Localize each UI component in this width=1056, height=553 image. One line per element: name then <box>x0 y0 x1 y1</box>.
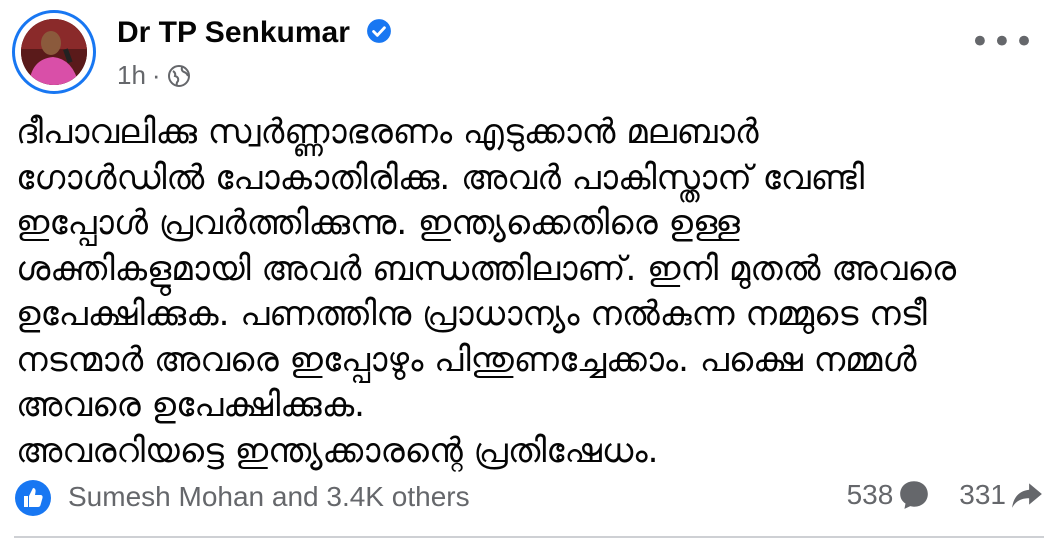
reactions-summary[interactable]: Sumesh Mohan and 3.4K others <box>68 481 470 513</box>
shares-count-text: 331 <box>959 479 1006 510</box>
shares-count[interactable]: 331 <box>959 478 1044 512</box>
author-name[interactable]: Dr TP Senkumar <box>117 16 392 50</box>
post-line: അവരറിയട്ടെ ഇന്ത്യക്കാരന്റെ പ്രതിഷേധം. <box>16 430 659 471</box>
globe-icon[interactable] <box>167 64 191 88</box>
post-footer: Sumesh Mohan and 3.4K others 538 331 <box>14 475 1044 521</box>
comments-count[interactable]: 538 <box>847 478 932 512</box>
post-timestamp[interactable]: 1h <box>117 60 146 91</box>
engagement-counts: 538 331 <box>847 478 1044 512</box>
profile-photo-image <box>21 19 87 85</box>
comment-icon <box>900 481 929 509</box>
post-line: ഗോൾഡിൽ പോകാതിരിക്കു. അവർ പാകിസ്താന് വേണ്… <box>16 157 865 198</box>
post-body: ദീപാവലിക്കു സ്വർണ്ണാഭരണം എടുക്കാൻ മലബാർ … <box>16 110 1046 474</box>
profile-photo <box>21 19 87 85</box>
comments-count-text: 538 <box>846 479 894 510</box>
post-line: ഇപ്പോൾ പ്രവർത്തിക്കുന്നു. ഇന്ത്യക്കെതിരെ… <box>16 203 740 243</box>
post-line: ദീപാവലിക്കു സ്വർണ്ണാഭരണം എടുക്കാൻ മലബാർ <box>16 112 759 152</box>
post-line: ഉപേക്ഷിക്കുക. പണത്തിനു പ്രാധാന്യം നൽകുന്… <box>16 294 927 334</box>
post-line: നടന്മാർ അവരെ ഇപ്പോഴും പിന്തുണച്ചേക്കാം. … <box>16 339 917 380</box>
more-options-icon[interactable]: ••• <box>970 25 1036 59</box>
post-header: Dr TP Senkumar 1h · ••• <box>12 10 1042 100</box>
post-line: ശക്തികളുമായി അവർ ബന്ധത്തിലാണ്. ഇനി മുതൽ … <box>16 248 957 289</box>
footer-divider <box>14 536 1044 538</box>
like-icon[interactable] <box>14 479 52 517</box>
post-meta: 1h · <box>117 60 191 91</box>
avatar[interactable] <box>12 10 96 94</box>
post-line: അവരെ ഉപേക്ഷിക്കുക. <box>16 385 365 425</box>
share-icon <box>1012 483 1042 508</box>
meta-separator: · <box>151 60 161 90</box>
verified-badge-icon <box>366 18 392 44</box>
author-name-text[interactable]: Dr TP Senkumar <box>117 16 350 49</box>
